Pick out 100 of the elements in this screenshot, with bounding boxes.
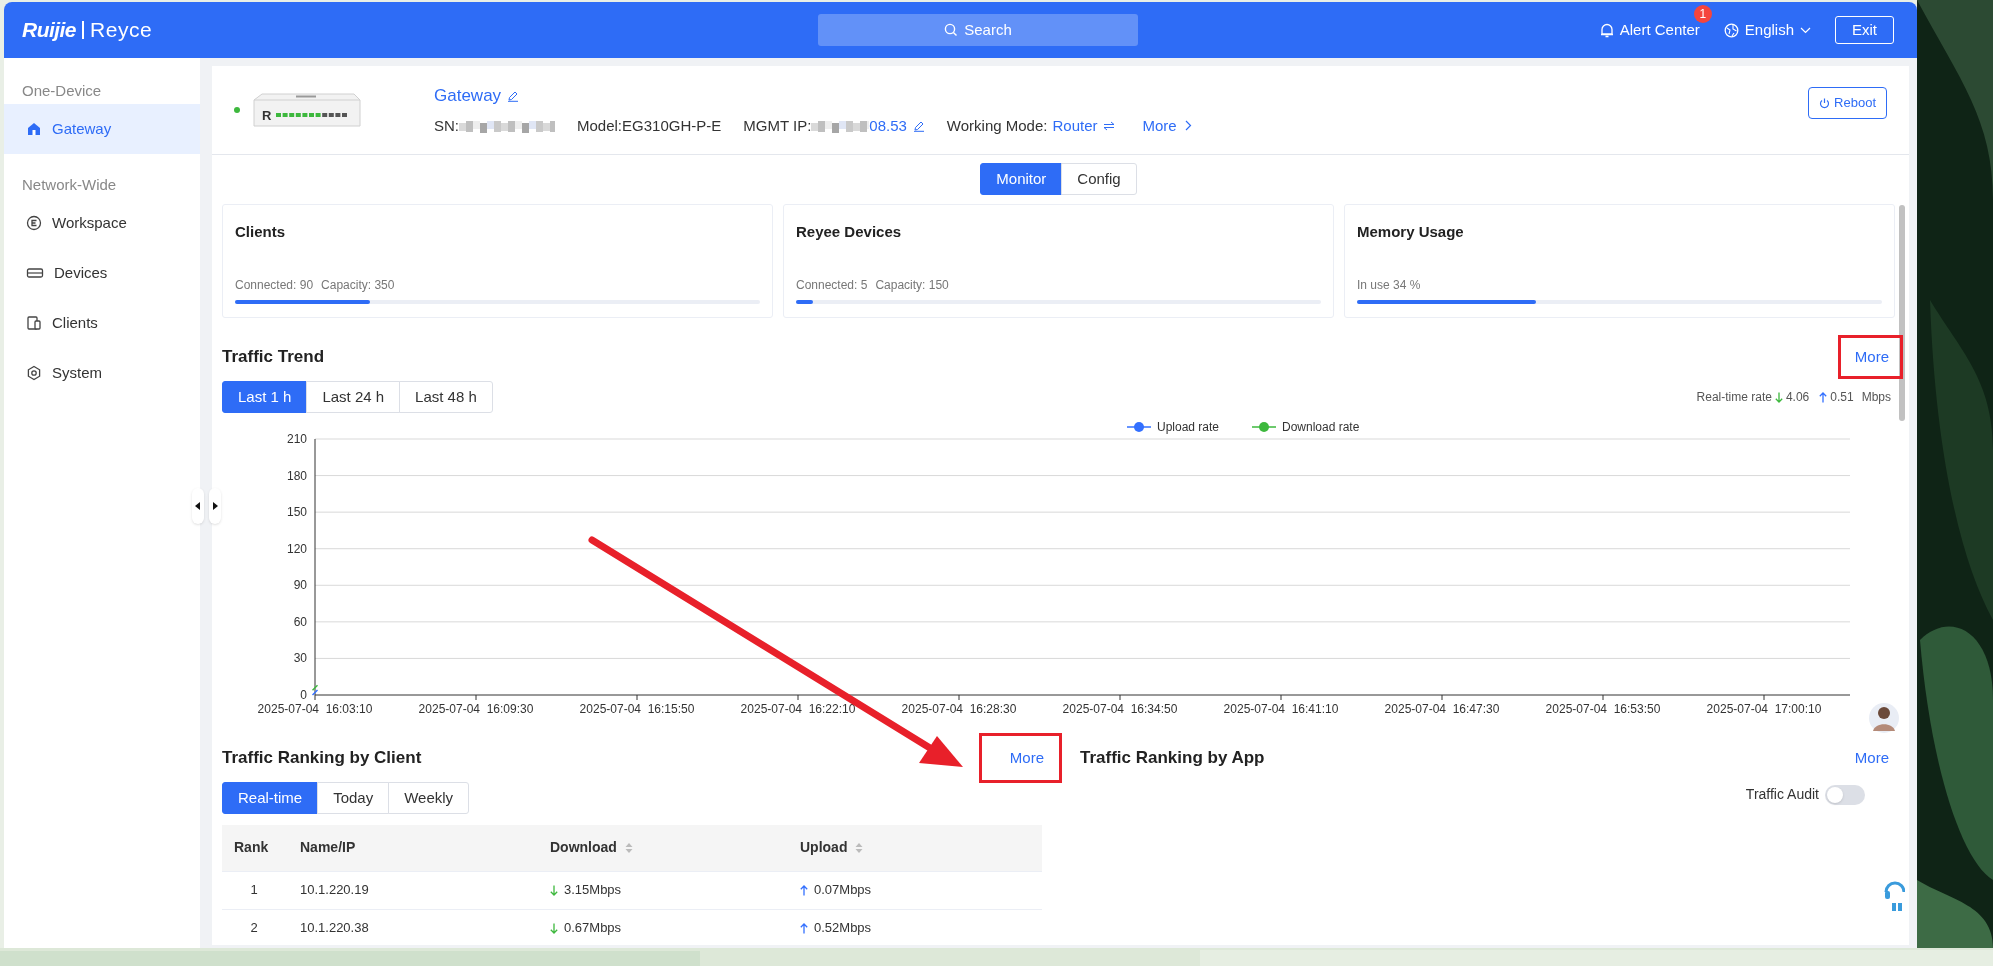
y-axis-label: 30 xyxy=(293,651,307,666)
avatar-icon[interactable] xyxy=(1869,701,1899,735)
y-axis-label: 210 xyxy=(286,432,307,446)
swap-icon xyxy=(1102,120,1115,131)
up-arrow-icon xyxy=(800,922,808,934)
working-mode-label: Working Mode: xyxy=(946,115,1048,136)
sidebar-section-title: One-Device xyxy=(21,81,103,101)
expand-right-icon[interactable] xyxy=(209,488,221,524)
realtime-rate-label: Real-time rate xyxy=(1696,389,1772,406)
x-axis-label: 2025-07-04 16:15:50 xyxy=(579,702,695,716)
y-axis-label: 60 xyxy=(293,614,307,629)
search-icon xyxy=(944,23,959,37)
redacted-mosaic xyxy=(811,118,870,133)
phone-icon xyxy=(26,315,42,331)
stat-text: Capacity: 150 xyxy=(875,276,949,294)
edit-icon[interactable] xyxy=(507,89,520,102)
circle-e-icon xyxy=(26,215,42,231)
mgmt-ip-label: MGMT IP: xyxy=(743,115,812,136)
download-rate: 4.06 xyxy=(1785,389,1810,406)
sidebar-item[interactable]: Workspace xyxy=(4,198,200,248)
language-dropdown[interactable]: English xyxy=(1723,18,1811,42)
time-range-tab[interactable]: Last 48 h xyxy=(399,381,493,413)
more-link[interactable]: More xyxy=(1142,114,1192,137)
reboot-button[interactable]: Reboot xyxy=(1808,87,1887,119)
y-axis-label: 120 xyxy=(286,541,307,556)
working-mode-link[interactable]: Router xyxy=(1052,114,1115,137)
up-arrow-icon xyxy=(1819,391,1828,403)
stat-text: Connected: 5 xyxy=(796,276,868,294)
power-icon xyxy=(1819,97,1831,109)
time-range-tab[interactable]: Real-time xyxy=(222,782,319,814)
settings-icon xyxy=(26,365,42,381)
time-range-tab[interactable]: Last 1 h xyxy=(222,381,308,413)
y-axis-label: 0 xyxy=(300,688,307,702)
mgmt-ip-value: 08.53 xyxy=(869,115,907,136)
view-tab[interactable]: Config xyxy=(1061,163,1137,195)
up-arrow-icon xyxy=(800,884,808,896)
edit-icon[interactable] xyxy=(912,119,925,132)
down-arrow-icon xyxy=(1774,391,1783,403)
bell-icon xyxy=(1599,22,1614,38)
stat-text: Capacity: 350 xyxy=(321,276,395,294)
upload-speed: 0.52Mbps xyxy=(814,919,872,938)
x-axis-label: 2025-07-04 16:03:10 xyxy=(257,702,373,716)
sidebar-item[interactable]: Clients xyxy=(4,298,200,348)
notification-badge: 1 xyxy=(1693,4,1712,23)
legend-marker-icon xyxy=(1126,422,1152,432)
download-speed: 0.67Mbps xyxy=(564,919,622,938)
toggle-label: Traffic Audit xyxy=(1745,785,1819,804)
x-axis-label: 2025-07-04 17:00:10 xyxy=(1706,702,1822,716)
more-link[interactable]: More xyxy=(1009,746,1044,770)
collapse-left-icon[interactable] xyxy=(192,488,204,524)
section-title: Traffic Ranking by App xyxy=(1080,747,1265,770)
down-arrow-icon xyxy=(550,922,558,934)
column-header[interactable]: Upload xyxy=(792,825,1042,871)
globe-icon xyxy=(1723,22,1739,38)
section-title: Traffic Trend xyxy=(222,346,325,369)
serial-number-label: SN: xyxy=(434,115,459,136)
x-axis-label: 2025-07-04 16:47:30 xyxy=(1384,702,1500,716)
y-axis-label: 150 xyxy=(286,505,307,520)
upload-speed: 0.07Mbps xyxy=(814,881,872,900)
scrollbar-thumb[interactable] xyxy=(1899,205,1905,421)
sidebar-item[interactable]: Devices xyxy=(4,248,200,298)
column-header[interactable]: Download xyxy=(542,825,792,871)
time-range-tab[interactable]: Today xyxy=(317,782,390,814)
view-tab[interactable]: Monitor xyxy=(980,163,1063,195)
more-link[interactable]: More xyxy=(1854,345,1889,369)
sidebar-section-title: Network-Wide xyxy=(21,175,118,195)
table-cell: 10.1.220.38 xyxy=(292,909,542,945)
legend-label: Download rate xyxy=(1282,420,1360,434)
product-logo: Reyce xyxy=(90,17,153,44)
x-axis-label: 2025-07-04 16:09:30 xyxy=(418,702,534,716)
toggle-switch[interactable] xyxy=(1825,784,1865,805)
exit-button[interactable]: Exit xyxy=(1835,16,1894,44)
stat-text: Connected: 90 xyxy=(235,276,314,294)
legend-label: Upload rate xyxy=(1157,420,1220,434)
card-title: Clients xyxy=(235,222,286,242)
column-header: Name/IP xyxy=(292,825,542,871)
device-name: Gateway xyxy=(434,85,502,107)
x-axis-label: 2025-07-04 16:41:10 xyxy=(1223,702,1339,716)
search-field[interactable]: Search xyxy=(818,14,1138,46)
sidebar-item[interactable]: System xyxy=(4,348,200,398)
model-text: Model:EG310GH-P-E xyxy=(577,115,722,136)
home-icon xyxy=(26,121,42,137)
gateway-device-drawing: R xyxy=(250,90,362,130)
time-range-tab[interactable]: Last 24 h xyxy=(306,381,401,413)
x-axis-label: 2025-07-04 16:53:50 xyxy=(1545,702,1661,716)
time-range-tab[interactable]: Weekly xyxy=(388,782,470,814)
upload-rate: 0.51 xyxy=(1830,389,1854,406)
table-cell: 1 xyxy=(222,871,292,909)
more-link[interactable]: More xyxy=(1854,746,1889,770)
stat-text: In use 34 % xyxy=(1357,276,1421,294)
table-cell: 10.1.220.19 xyxy=(292,871,542,909)
section-title: Traffic Ranking by Client xyxy=(222,747,422,770)
brand-logo: Ruijie xyxy=(22,17,77,44)
download-speed: 3.15Mbps xyxy=(564,881,622,900)
device-icon xyxy=(26,265,44,281)
x-axis-label: 2025-07-04 16:28:30 xyxy=(901,702,1017,716)
table-cell: 2 xyxy=(222,909,292,945)
legend-marker-icon xyxy=(1251,422,1277,432)
sidebar-item[interactable]: Gateway xyxy=(4,104,200,154)
card-title: Reyee Devices xyxy=(796,222,903,242)
